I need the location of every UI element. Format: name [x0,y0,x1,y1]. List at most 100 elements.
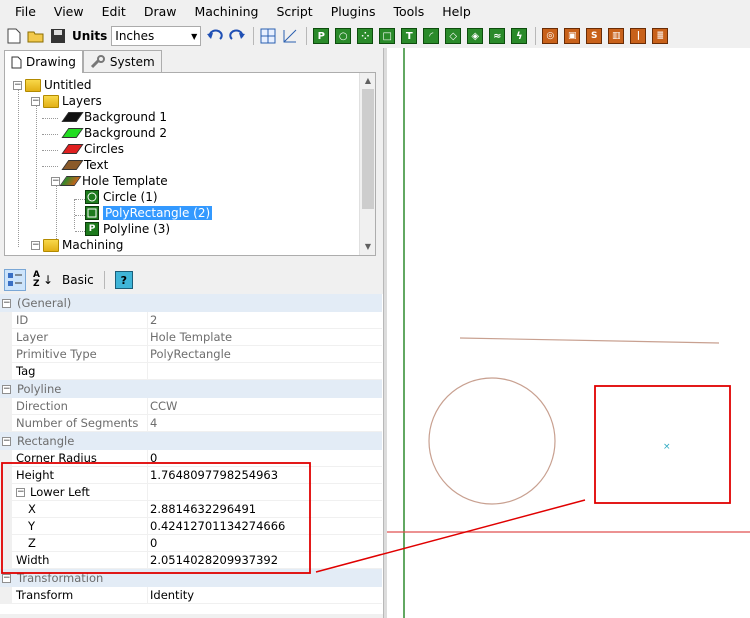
save-button[interactable] [48,26,68,46]
property-value[interactable]: 2.0514028209937392 [148,552,382,568]
draw-arc-button[interactable]: ◜ [421,26,441,46]
tree-layer-background-2[interactable]: Background 2 [61,125,167,141]
menu-tools[interactable]: Tools [384,0,433,24]
grid-button[interactable] [258,26,278,46]
tree-primitive-circle[interactable]: Circle (1) [85,189,158,205]
menu-file[interactable]: File [6,0,45,24]
categorized-button[interactable] [4,269,26,291]
sort-az-icon: A Z [32,270,40,289]
collapse-icon[interactable]: − [13,80,22,90]
collapse-icon[interactable]: − [2,573,11,583]
tree-layer-background-1[interactable]: Background 1 [61,109,167,125]
collapse-icon[interactable]: − [31,96,40,106]
gcode-button[interactable]: ≣ [650,26,670,46]
undo-button[interactable] [205,26,225,46]
tree-node-layers[interactable]: − Layers [31,93,102,109]
collapse-icon[interactable]: − [2,436,11,446]
draw-polygon-button[interactable]: ◇ [443,26,463,46]
draw-text-button[interactable]: T [399,26,419,46]
category-rectangle[interactable]: − Rectangle [0,432,382,450]
tree-scrollbar[interactable]: ▲ ▼ [359,73,375,255]
arc-icon: ◜ [423,28,440,44]
category-transformation[interactable]: − Transformation [0,569,382,587]
draw-3d-button[interactable]: ◈ [465,26,485,46]
tab-drawing[interactable]: Drawing [4,50,83,73]
property-row-width[interactable]: Width 2.0514028209937392 [0,552,382,569]
draw-rectangle-button[interactable]: □ [377,26,397,46]
toolbar-separator [306,27,308,45]
menu-view[interactable]: View [45,0,93,24]
property-row-y[interactable]: Y 0.42412701134274666 [0,518,382,535]
menu-machining[interactable]: Machining [185,0,267,24]
circle-icon [85,190,99,204]
drawing-tree[interactable]: − Untitled − Layers Background 1 Backgro… [4,72,376,256]
draw-polyline-button[interactable]: P [311,26,331,46]
tree-layer-text[interactable]: Text [61,157,108,173]
tree-layer-hole-template[interactable]: − Hole Template [51,173,168,189]
property-value[interactable]: 2.8814632296491 [148,501,382,517]
circle-shape[interactable] [428,377,556,505]
open-file-button[interactable] [26,26,46,46]
property-row-corner-radius[interactable]: Corner Radius 0 [0,450,382,467]
property-row-segments[interactable]: Number of Segments 4 [0,415,382,432]
engrave-button[interactable]: ▥ [606,26,626,46]
property-value[interactable]: 1.7648097798254963 [148,467,382,483]
collapse-icon[interactable]: − [16,488,25,497]
new-file-button[interactable] [4,26,24,46]
property-row-tag[interactable]: Tag [0,363,382,380]
property-row-primitive-type[interactable]: Primitive Type PolyRectangle [0,346,382,363]
collapse-icon[interactable]: − [2,298,11,308]
property-value[interactable] [148,363,382,379]
drill-button[interactable]: ◎ [540,26,560,46]
property-row-z[interactable]: Z 0 [0,535,382,552]
help-button[interactable]: ? [114,271,133,289]
profile-button[interactable]: S [584,26,604,46]
tree-primitive-polyrectangle[interactable]: PolyRectangle (2) [85,205,213,221]
property-row-direction[interactable]: Direction CCW [0,398,382,415]
menu-help[interactable]: Help [433,0,480,24]
text-line-shape[interactable] [459,337,720,344]
draw-lightning-button[interactable]: ϟ [509,26,529,46]
drawing-canvas[interactable]: × [387,48,750,618]
gcode-icon: ≣ [652,28,669,44]
scroll-down-icon[interactable]: ▼ [360,239,375,255]
property-value[interactable]: 0.42412701134274666 [148,518,382,534]
property-row-layer[interactable]: Layer Hole Template [0,329,382,346]
draw-circle-button[interactable]: ○ [333,26,353,46]
tree-node-root[interactable]: − Untitled [13,77,91,93]
tree-primitive-polyline[interactable]: P Polyline (3) [85,221,170,237]
basic-label[interactable]: Basic [62,273,94,287]
category-general[interactable]: − (General) [0,294,382,312]
menu-draw[interactable]: Draw [135,0,186,24]
property-value[interactable]: 0 [148,535,382,551]
scroll-up-icon[interactable]: ▲ [360,73,375,89]
menu-script[interactable]: Script [267,0,321,24]
tool-button[interactable]: ∣ [628,26,648,46]
menu-plugins[interactable]: Plugins [322,0,385,24]
draw-points-button[interactable]: ⁘ [355,26,375,46]
scrollbar-thumb[interactable] [362,89,374,209]
draw-surface-button[interactable]: ≈ [487,26,507,46]
property-row-transform[interactable]: Transform Identity [0,587,382,604]
property-row-id[interactable]: ID 2 [0,312,382,329]
collapse-icon[interactable]: − [51,176,60,186]
tab-system[interactable]: System [82,50,162,72]
redo-button[interactable] [227,26,247,46]
property-value[interactable]: 0 [148,450,382,466]
alphabetical-button[interactable]: A Z ↓ [32,269,54,291]
property-row-x[interactable]: X 2.8814632296491 [0,501,382,518]
property-grid[interactable]: − (General) ID 2 Layer Hole Template Pri… [0,294,385,614]
property-row-lower-left[interactable]: − Lower Left [0,484,382,501]
pocket-button[interactable]: ▣ [562,26,582,46]
menu-edit[interactable]: Edit [93,0,135,24]
category-polyline[interactable]: − Polyline [0,380,382,398]
property-value[interactable]: Identity [148,587,382,603]
collapse-icon[interactable]: − [2,384,11,394]
tree-layer-circles[interactable]: Circles [61,141,124,157]
category-label: Polyline [17,382,62,396]
axis-button[interactable] [280,26,300,46]
tree-node-machining[interactable]: − Machining [31,237,123,253]
property-row-height[interactable]: Height 1.7648097798254963 [0,467,382,484]
collapse-icon[interactable]: − [31,240,40,250]
units-dropdown[interactable]: Inches ▼ [111,26,202,46]
